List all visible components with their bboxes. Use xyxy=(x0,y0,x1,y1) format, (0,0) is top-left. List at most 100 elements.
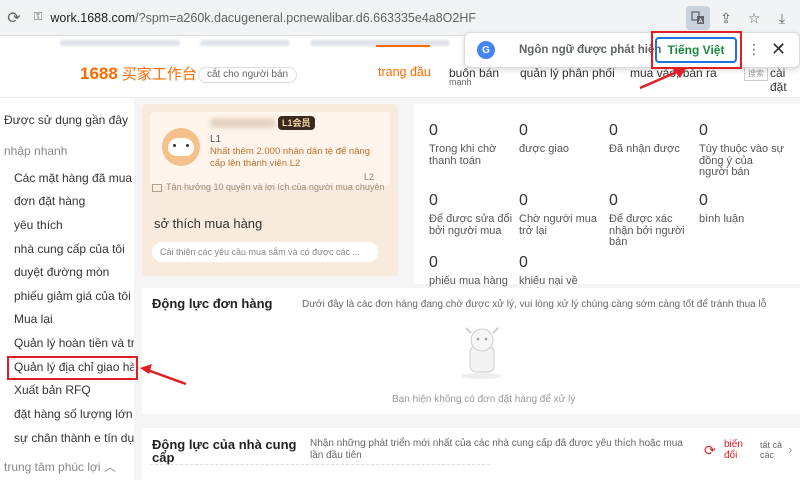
stat-value: 0 xyxy=(519,122,528,139)
detected-language-tab[interactable]: Ngôn ngữ được phát hiện xyxy=(519,44,661,56)
stat-value: 0 xyxy=(429,122,438,139)
stat-seller-confirm[interactable]: 0 Để được xác nhận bởi người bán xyxy=(609,192,695,249)
divider xyxy=(150,464,490,465)
stat-label: Để được xác nhận bởi người bán xyxy=(609,213,685,248)
logo-text: 1688 xyxy=(80,64,118,83)
order-stats-panel: 0 Trong khi chờ thanh toán 0 được giao 0 Đã… xyxy=(414,104,800,298)
empty-state-text: Bạn hiện không có đơn đặt hàng để xử lý xyxy=(392,394,576,405)
refresh-icon[interactable]: ⟳ xyxy=(704,442,716,459)
level-badge: L1会员 xyxy=(278,116,315,130)
sidebar-item-purchased[interactable]: Các mặt hàng đã mua xyxy=(14,171,134,185)
sidebar-item-bulk-order[interactable]: đặt hàng số lượng lớn xyxy=(14,407,134,421)
welfare-label: trung tâm phúc lợi xyxy=(4,460,101,474)
change-button[interactable]: biến đổi xyxy=(724,439,744,461)
stat-received[interactable]: 0 Đã nhận được xyxy=(609,122,695,156)
nav-item-distribution[interactable]: quản lý phân phối xyxy=(520,66,615,80)
seller-chip[interactable]: cắt cho người bán xyxy=(198,67,298,83)
refresh-icon[interactable]: ⟳ xyxy=(2,6,26,30)
stat-purchase-vouchers[interactable]: 0 phiếu mua hàng xyxy=(429,254,515,288)
stat-value: 0 xyxy=(609,192,618,209)
sidebar-item-rfq[interactable]: Xuất bản RFQ xyxy=(14,383,134,397)
stat-buyer-modify[interactable]: 0 Để được sửa đổi bởi người mua xyxy=(429,192,515,237)
supplier-dynamics-title: Động lực của nhà cung cấp xyxy=(152,437,297,465)
order-dynamics-panel: Động lực đơn hàng Dưới đây là các đơn hà… xyxy=(142,288,800,414)
logo-cn: 买家工作台 xyxy=(121,66,197,83)
stat-value: 0 xyxy=(699,122,708,139)
stat-label: Đã nhận được xyxy=(609,143,680,155)
stat-comments[interactable]: 0 bình luận xyxy=(699,192,785,226)
stat-label: Tùy thuộc vào sự đồng ý của người bán xyxy=(699,143,785,178)
order-dynamics-subtitle: Dưới đây là các đơn hàng đang chờ được x… xyxy=(302,299,767,310)
url-host: work.1688.com xyxy=(50,10,136,25)
sidebar-item-credit[interactable]: sự chân thành e tín dụng xyxy=(14,431,134,445)
highlight-box xyxy=(7,356,138,380)
stat-value: 0 xyxy=(609,122,618,139)
level-description: Nhất thêm 2.000 nhân dân tệ để nâng cấp … xyxy=(210,146,371,169)
stat-label: Trong khi chờ thanh toán xyxy=(429,143,497,167)
stat-to-ship[interactable]: 0 được giao xyxy=(519,122,605,156)
sidebar-item-orders[interactable]: đơn đặt hàng xyxy=(14,194,134,208)
chevron-right-icon[interactable]: › xyxy=(788,442,792,457)
avatar[interactable] xyxy=(162,128,200,166)
stat-label: được giao xyxy=(519,143,570,155)
card-icon xyxy=(152,183,162,192)
blurred-bookmark xyxy=(60,40,180,46)
chevron-up-icon: ︿ xyxy=(103,460,116,474)
stat-label: Chờ người mua trở lại xyxy=(519,213,598,237)
pref-title: sở thích mua hàng xyxy=(154,216,263,231)
nav-item-settings[interactable]: cài đặt xyxy=(770,66,800,94)
stat-label: Để được sửa đổi bởi người mua xyxy=(429,213,513,237)
sidebar-item-favorites[interactable]: yêu thích xyxy=(14,218,134,232)
benefit-row[interactable]: Tận hưởng 10 quyền và lợi ích của người … xyxy=(152,182,390,192)
benefit-text: Tận hưởng 10 quyền và lợi ích của người … xyxy=(166,182,385,192)
stat-label: phiếu mua hàng xyxy=(429,275,508,287)
stat-value: 0 xyxy=(429,254,438,271)
sidebar-item-refunds[interactable]: Quản lý hoàn tiền và tra xyxy=(14,336,134,350)
sidebar-item-suppliers[interactable]: nhà cung cấp của tôi xyxy=(14,242,134,256)
download-icon[interactable]: ⤓ xyxy=(770,6,794,30)
order-dynamics-title: Động lực đơn hàng xyxy=(152,296,273,311)
stat-value: 0 xyxy=(519,254,528,271)
member-info: L1会员 L1 Nhất thêm 2.000 nhân dân tệ để n… xyxy=(150,112,390,186)
more-options-icon[interactable]: ⋮ xyxy=(747,41,761,58)
google-translate-icon: G xyxy=(477,41,495,59)
stat-label: bình luận xyxy=(699,213,745,225)
purchase-preference-card: sở thích mua hàng Cải thiện các yêu cầu … xyxy=(142,206,398,276)
translate-icon[interactable]: A xyxy=(686,6,710,30)
bookmark-star-icon[interactable]: ☆ xyxy=(742,6,766,30)
highlight-box xyxy=(651,31,742,69)
stat-value: 0 xyxy=(519,192,528,209)
sidebar-section-welfare[interactable]: trung tâm phúc lợi ︿ xyxy=(4,458,116,475)
translate-popup: G Ngôn ngữ được phát hiện Tiếng Việt ⋮ ✕ xyxy=(464,32,800,68)
sidebar-recent[interactable]: Được sử dụng gần đây xyxy=(4,113,134,127)
supplier-dynamics-panel: Động lực của nhà cung cấp Nhận những phá… xyxy=(142,428,800,480)
address-bar[interactable]: work.1688.com/?spm=a260k.dacugeneral.pcn… xyxy=(50,11,476,25)
username-blurred xyxy=(210,118,276,128)
view-all-link[interactable]: tất cả các xyxy=(760,440,784,460)
nav-home[interactable]: trang đầu xyxy=(378,65,431,79)
stat-awaiting-payment[interactable]: 0 Trong khi chờ thanh toán xyxy=(429,122,515,167)
supplier-dynamics-subtitle: Nhận những phát triển mới nhất của các n… xyxy=(310,438,683,461)
sidebar-item-history[interactable]: duyệt đường mòn xyxy=(14,265,134,279)
share-icon[interactable]: ⇪ xyxy=(714,6,738,30)
stat-buyer-return[interactable]: 0 Chờ người mua trở lại xyxy=(519,192,605,237)
blurred-bookmark xyxy=(200,40,290,46)
stat-seller-approval[interactable]: 0 Tùy thuộc vào sự đồng ý của người bán xyxy=(699,122,785,179)
cow-avatar-icon xyxy=(168,138,194,156)
url-path: /?spm=a260k.dacugeneral.pcnewalibar.d6.6… xyxy=(135,10,477,25)
next-level: L2 xyxy=(363,172,374,182)
empty-cow-illustration xyxy=(462,327,502,379)
site-info-icon[interactable]: ⚿ xyxy=(34,11,42,24)
gap xyxy=(400,104,414,284)
sidebar-section-quick: nhập nhanh xyxy=(4,144,68,158)
nav-sub: mạnh xyxy=(449,77,472,87)
nav-home-underline xyxy=(376,45,430,47)
stat-value: 0 xyxy=(429,192,438,209)
sidebar-item-rebuy[interactable]: Mua lại xyxy=(14,312,134,326)
level-text: L1 xyxy=(210,134,222,145)
stat-value: 0 xyxy=(699,192,708,209)
pref-input[interactable]: Cải thiện các yêu cầu mua sắm và có được… xyxy=(152,242,378,262)
site-logo[interactable]: 1688 买家工作台 xyxy=(80,63,197,84)
close-icon[interactable]: ✕ xyxy=(771,39,786,60)
sidebar-item-coupons[interactable]: phiếu giảm giá của tôi xyxy=(14,289,134,303)
